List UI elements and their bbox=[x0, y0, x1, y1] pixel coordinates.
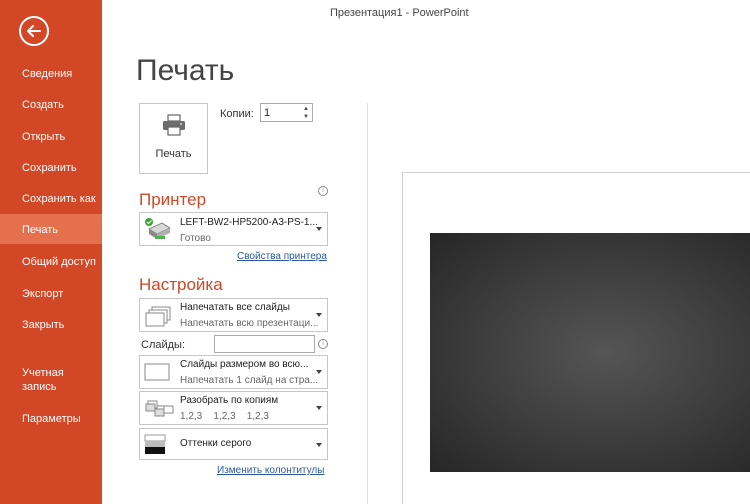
layout-title: Слайды размером во всю... bbox=[180, 359, 309, 370]
sidebar-item-options[interactable]: Параметры bbox=[0, 412, 102, 426]
color-title: Оттенки серого bbox=[180, 438, 252, 449]
printer-status: Готово bbox=[180, 233, 211, 244]
chevron-down-icon bbox=[316, 406, 322, 410]
collate-title: Разобрать по копиям bbox=[180, 395, 279, 406]
print-range-title: Напечатать все слайды bbox=[180, 302, 290, 313]
copies-input[interactable] bbox=[264, 106, 296, 119]
settings-section-title: Настройка bbox=[139, 275, 223, 294]
info-icon[interactable]: i bbox=[318, 186, 328, 196]
sidebar-item-share[interactable]: Общий доступ bbox=[0, 255, 102, 269]
info-icon[interactable]: i bbox=[318, 339, 328, 349]
slide-preview bbox=[430, 233, 750, 472]
sidebar-item-account[interactable]: Учетная запись bbox=[0, 366, 80, 394]
sidebar-item-close[interactable]: Закрыть bbox=[0, 318, 102, 332]
printer-ready-icon bbox=[144, 217, 172, 248]
printer-dropdown[interactable]: LEFT-BW2-HP5200-A3-PS-1... Готово bbox=[139, 212, 328, 246]
color-dropdown[interactable]: Оттенки серого bbox=[139, 428, 328, 460]
print-button[interactable]: Печать bbox=[139, 103, 208, 174]
collate-dropdown[interactable]: Разобрать по копиям 1,2,3 1,2,3 1,2,3 bbox=[139, 391, 328, 425]
window-title: Презентация1 - PowerPoint bbox=[330, 7, 469, 19]
full-page-slide-icon bbox=[144, 363, 172, 388]
copies-down-icon[interactable]: ▼ bbox=[302, 113, 310, 121]
page-title: Печать bbox=[136, 54, 235, 87]
sidebar-item-save-as[interactable]: Сохранить как bbox=[0, 192, 102, 206]
slides-label: Слайды: bbox=[141, 339, 186, 351]
backstage-sidebar: Сведения Создать Открыть Сохранить Сохра… bbox=[0, 0, 102, 504]
sidebar-item-open[interactable]: Открыть bbox=[0, 130, 102, 144]
chevron-down-icon bbox=[316, 227, 322, 231]
panel-divider bbox=[367, 103, 368, 504]
copies-spinner: ▲ ▼ bbox=[260, 103, 313, 122]
collate-subtitle: 1,2,3 1,2,3 1,2,3 bbox=[180, 411, 269, 422]
printer-icon bbox=[162, 114, 186, 141]
chevron-down-icon bbox=[316, 443, 322, 447]
slides-stack-icon bbox=[144, 305, 172, 332]
chevron-down-icon bbox=[316, 313, 322, 317]
sidebar-item-print[interactable]: Печать bbox=[0, 214, 102, 244]
printer-section-title: Принтер bbox=[139, 190, 207, 209]
slides-input[interactable] bbox=[214, 335, 315, 353]
sidebar-item-save[interactable]: Сохранить bbox=[0, 161, 102, 175]
grayscale-icon bbox=[144, 434, 168, 461]
print-range-subtitle: Напечатать всю презентаци... bbox=[180, 318, 319, 329]
print-button-label: Печать bbox=[155, 148, 192, 160]
sidebar-item-export[interactable]: Экспорт bbox=[0, 287, 102, 301]
collate-icon bbox=[144, 399, 174, 424]
chevron-down-icon bbox=[316, 370, 322, 374]
back-arrow-icon[interactable] bbox=[19, 16, 49, 46]
header-footer-link[interactable]: Изменить колонтитулы bbox=[217, 465, 324, 476]
print-range-dropdown[interactable]: Напечатать все слайды Напечатать всю пре… bbox=[139, 298, 328, 332]
copies-label: Копии: bbox=[220, 108, 254, 120]
printer-name: LEFT-BW2-HP5200-A3-PS-1... bbox=[180, 217, 318, 228]
printer-properties-link[interactable]: Свойства принтера bbox=[237, 251, 327, 262]
layout-subtitle: Напечатать 1 слайд на стра... bbox=[180, 375, 319, 386]
sidebar-item-new[interactable]: Создать bbox=[0, 98, 102, 112]
sidebar-item-info[interactable]: Сведения bbox=[0, 67, 102, 81]
layout-dropdown[interactable]: Слайды размером во всю... Напечатать 1 с… bbox=[139, 355, 328, 389]
copies-up-icon[interactable]: ▲ bbox=[302, 105, 310, 113]
